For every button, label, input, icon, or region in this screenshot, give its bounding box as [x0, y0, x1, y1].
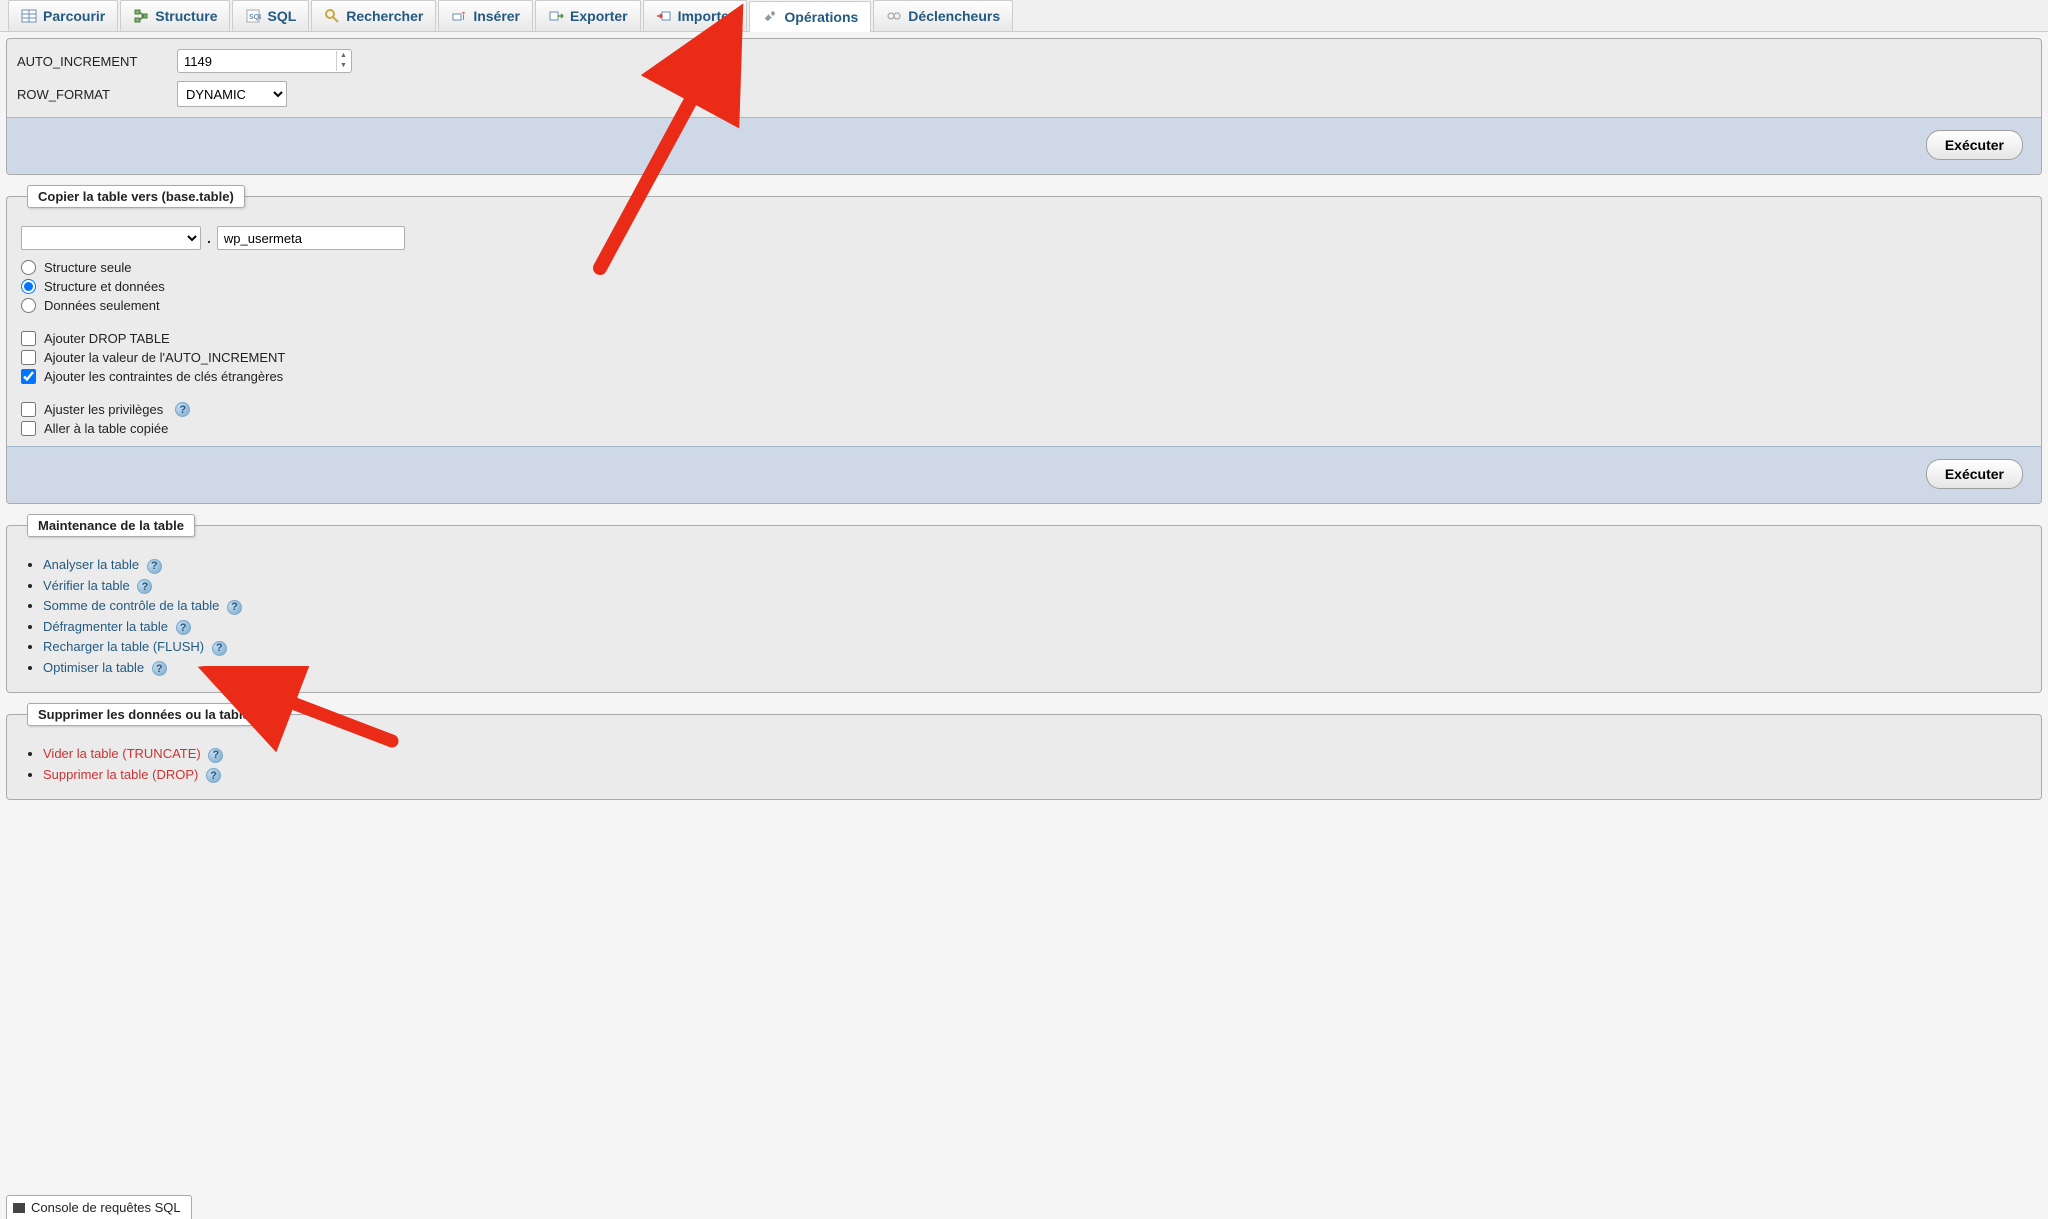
- export-icon: [548, 8, 564, 24]
- radio-label: Structure seule: [44, 260, 131, 275]
- row-format-label: ROW_FORMAT: [17, 87, 177, 102]
- tab-label: Exporter: [570, 8, 628, 24]
- copy-table-section: Copier la table vers (base.table) . Stru…: [6, 185, 2042, 504]
- radio-structure-and-data[interactable]: [21, 279, 36, 294]
- delete-legend: Supprimer les données ou la table: [27, 703, 261, 726]
- link-flush-table[interactable]: Recharger la table (FLUSH): [43, 639, 204, 654]
- link-truncate-table[interactable]: Vider la table (TRUNCATE): [43, 746, 201, 761]
- number-spinner[interactable]: ▲▼: [336, 51, 350, 71]
- dot-separator: .: [207, 230, 211, 246]
- radio-label: Données seulement: [44, 298, 160, 313]
- execute-button[interactable]: Exécuter: [1926, 130, 2023, 160]
- tab-export[interactable]: Exporter: [535, 0, 641, 31]
- help-icon[interactable]: ?: [227, 600, 242, 615]
- checkbox-label: Ajuster les privilèges: [44, 402, 163, 417]
- help-icon[interactable]: ?: [206, 768, 221, 783]
- help-icon[interactable]: ?: [152, 661, 167, 676]
- console-icon: [13, 1203, 25, 1213]
- help-icon[interactable]: ?: [147, 559, 162, 574]
- maintenance-section: Maintenance de la table Analyser la tabl…: [6, 514, 2042, 693]
- auto-increment-input[interactable]: [177, 49, 352, 73]
- link-check-table[interactable]: Vérifier la table: [43, 578, 130, 593]
- copy-db-select[interactable]: [21, 226, 201, 250]
- svg-text:SQL: SQL: [249, 14, 261, 21]
- checkbox-foreign-keys[interactable]: [21, 369, 36, 384]
- insert-icon: [451, 8, 467, 24]
- table-icon: [21, 8, 37, 24]
- search-icon: [324, 8, 340, 24]
- help-icon[interactable]: ?: [175, 402, 190, 417]
- help-icon[interactable]: ?: [208, 748, 223, 763]
- wrench-icon: [762, 9, 778, 25]
- link-checksum-table[interactable]: Somme de contrôle de la table: [43, 598, 219, 613]
- tab-label: SQL: [267, 8, 296, 24]
- help-icon[interactable]: ?: [176, 620, 191, 635]
- checkbox-label: Ajouter DROP TABLE: [44, 331, 170, 346]
- copy-table-legend: Copier la table vers (base.table): [27, 185, 245, 208]
- tab-label: Opérations: [784, 9, 858, 25]
- tab-label: Insérer: [473, 8, 520, 24]
- tab-label: Parcourir: [43, 8, 105, 24]
- checkbox-label: Aller à la table copiée: [44, 421, 168, 436]
- radio-data-only[interactable]: [21, 298, 36, 313]
- copy-table-name-input[interactable]: [217, 226, 405, 250]
- help-icon[interactable]: ?: [212, 641, 227, 656]
- link-defragment-table[interactable]: Défragmenter la table: [43, 619, 168, 634]
- tab-import[interactable]: Importer: [643, 0, 748, 31]
- link-drop-table[interactable]: Supprimer la table (DROP): [43, 767, 198, 782]
- structure-icon: [133, 8, 149, 24]
- radio-structure-only[interactable]: [21, 260, 36, 275]
- triggers-icon: [886, 8, 902, 24]
- row-format-select[interactable]: DYNAMIC: [177, 81, 287, 107]
- link-optimize-table[interactable]: Optimiser la table: [43, 660, 144, 675]
- help-icon[interactable]: ?: [137, 579, 152, 594]
- link-analyze-table[interactable]: Analyser la table: [43, 557, 139, 572]
- tab-label: Déclencheurs: [908, 8, 1000, 24]
- maintenance-legend: Maintenance de la table: [27, 514, 195, 537]
- execute-button[interactable]: Exécuter: [1926, 459, 2023, 489]
- checkbox-adjust-privileges[interactable]: [21, 402, 36, 417]
- radio-label: Structure et données: [44, 279, 165, 294]
- tab-label: Importer: [678, 8, 735, 24]
- tab-operations[interactable]: Opérations: [749, 1, 871, 32]
- checkbox-drop-table[interactable]: [21, 331, 36, 346]
- checkbox-label: Ajouter les contraintes de clés étrangèr…: [44, 369, 283, 384]
- delete-section: Supprimer les données ou la table Vider …: [6, 703, 2042, 800]
- table-options-panel: AUTO_INCREMENT ▲▼ ROW_FORMAT DYNAMIC Exé…: [6, 38, 2042, 175]
- checkbox-label: Ajouter la valeur de l'AUTO_INCREMENT: [44, 350, 285, 365]
- console-label: Console de requêtes SQL: [31, 1200, 181, 1215]
- checkbox-switch-to-copy[interactable]: [21, 421, 36, 436]
- tab-sql[interactable]: SQL SQL: [232, 0, 309, 31]
- checkbox-auto-increment[interactable]: [21, 350, 36, 365]
- tab-label: Rechercher: [346, 8, 423, 24]
- tab-insert[interactable]: Insérer: [438, 0, 533, 31]
- tab-bar: Parcourir Structure SQL SQL Rechercher I…: [0, 0, 2048, 32]
- auto-increment-label: AUTO_INCREMENT: [17, 54, 177, 69]
- sql-icon: SQL: [245, 8, 261, 24]
- tab-search[interactable]: Rechercher: [311, 0, 436, 31]
- tab-browse[interactable]: Parcourir: [8, 0, 118, 31]
- tab-triggers[interactable]: Déclencheurs: [873, 0, 1013, 31]
- import-icon: [656, 8, 672, 24]
- tab-structure[interactable]: Structure: [120, 0, 230, 31]
- tab-label: Structure: [155, 8, 217, 24]
- sql-console-toggle[interactable]: Console de requêtes SQL: [6, 1195, 192, 1219]
